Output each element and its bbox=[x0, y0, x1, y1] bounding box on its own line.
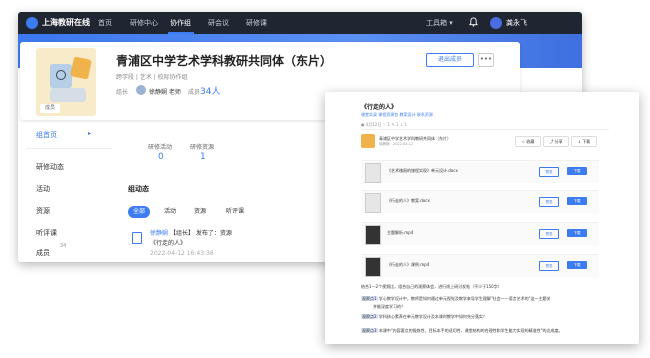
more-options-button[interactable]: ••• bbox=[478, 53, 494, 67]
task-intro: 结合1—2个视频比，组合自己的观察体会，进行线上研讨发帖（不少于150字） bbox=[361, 284, 502, 289]
file-name[interactable]: 《行走的人》课例.mp4 bbox=[387, 262, 429, 268]
member-label: 成员 bbox=[188, 89, 201, 96]
stat-activity-value[interactable]: 0 bbox=[158, 152, 164, 162]
leader-avatar bbox=[136, 85, 146, 95]
site-brand[interactable]: 上海教研在线 bbox=[42, 17, 90, 28]
resource-stats: ● 4月12日 ♡ 1 ✎ 1 ↓ 1 bbox=[361, 122, 407, 127]
download-button[interactable]: 下载 bbox=[567, 167, 587, 175]
observation-tag: 观察点2 bbox=[361, 314, 378, 319]
sidebar-item-lesson-review[interactable]: 听评课 bbox=[36, 228, 57, 238]
stat-resource-label: 研修资源 bbox=[190, 144, 215, 151]
nav-meeting[interactable]: 研会议 bbox=[208, 18, 229, 28]
resource-tags[interactable]: 课堂实录 课程资源包 教案设计 联系资源 bbox=[361, 112, 433, 118]
tab-all[interactable]: 全部 bbox=[128, 206, 150, 218]
observation-point: 观察点3 本课中"内容要点的锻炼性，目标本手的适切性，课堂结构的合理性和学生能力… bbox=[361, 328, 563, 334]
preview-button[interactable]: 预览 bbox=[539, 167, 559, 177]
feed-timestamp: 2022-04-12 16:43:36 bbox=[150, 250, 214, 257]
nav-training-center[interactable]: 研修中心 bbox=[130, 18, 158, 28]
exit-member-button[interactable]: 退出成员 bbox=[426, 53, 474, 67]
leader-name[interactable]: 徐静娴 老师 bbox=[149, 87, 181, 96]
tab-resources[interactable]: 资源 bbox=[194, 206, 206, 218]
file-row: 《行走的人》教案.docx 预览 下载 bbox=[361, 190, 599, 213]
divider bbox=[26, 148, 112, 149]
observation-text: 并能深度学习的？ bbox=[373, 304, 405, 309]
group-title: 青浦区中学艺术学科教研共同体（东片） bbox=[116, 54, 333, 68]
feed-action: 【组长】 发布了：资源 bbox=[169, 230, 232, 237]
sidebar-item-dynamics[interactable]: 研修动态 bbox=[36, 162, 64, 172]
feed-section-title: 组动态 bbox=[128, 185, 149, 193]
member-count-badge: 34 bbox=[60, 243, 67, 249]
observation-point: 并能深度学习的？ bbox=[373, 304, 405, 310]
share-button[interactable]: ⤴ 分享 bbox=[543, 136, 569, 147]
file-name[interactable]: 《行走的人》教案.docx bbox=[387, 198, 430, 204]
stat-activity-label: 研修活动 bbox=[148, 144, 173, 151]
download-button[interactable]: 下载 bbox=[567, 229, 587, 237]
leader-label: 组长 bbox=[116, 89, 129, 96]
file-row: 《艺术瑰丽的旅程实现》单元设计.docx 预览 下载 bbox=[361, 160, 599, 183]
file-name[interactable]: 主题解析.mp4 bbox=[387, 230, 413, 236]
cover-role-tag: 成员 bbox=[40, 104, 60, 113]
feed-resource-title[interactable]: 《行走的人》 bbox=[150, 238, 186, 247]
favorite-button[interactable]: ☆ 收藏 bbox=[515, 136, 541, 147]
observation-text: 学心教学设计中，教师是如何通过单元视觉及教学来导学生理解"社会——语言艺术的"这… bbox=[378, 296, 551, 301]
sidebar-item-home[interactable]: 组首页 bbox=[36, 130, 57, 140]
user-name[interactable]: 龚永飞 bbox=[506, 18, 527, 28]
document-icon bbox=[132, 232, 142, 244]
observation-tag: 观察点3 bbox=[361, 328, 378, 333]
nav-home[interactable]: 首页 bbox=[98, 18, 112, 28]
stat-resource-value[interactable]: 1 bbox=[200, 152, 206, 162]
file-row: 主题解析.mp4 预览 下载 bbox=[361, 222, 599, 245]
site-logo-icon bbox=[26, 17, 38, 29]
resource-group-meta: 徐静娴 · 2022-04-12 bbox=[379, 142, 414, 146]
tab-activity[interactable]: 活动 bbox=[164, 206, 176, 218]
observation-point: 观察点1 学心教学设计中，教师是如何通过单元视觉及教学来导学生理解"社会——语言… bbox=[361, 296, 551, 302]
sidebar-item-resources[interactable]: 资源 bbox=[36, 206, 50, 216]
observation-text: 本课中"内容要点的锻炼性，目标本手的适切性，课堂结构的合理性和学生能力实现的精准… bbox=[378, 328, 563, 333]
person-icon bbox=[56, 70, 66, 80]
resource-detail-panel: 《行走的人》 课堂实录 课程资源包 教案设计 联系资源 ● 4月12日 ♡ 1 … bbox=[325, 92, 639, 344]
file-row: 《行走的人》课例.mp4 预览 下载 bbox=[361, 254, 599, 277]
puzzle-piece-icon bbox=[50, 88, 86, 102]
download-all-button[interactable]: ↓ 下载 bbox=[571, 136, 597, 147]
bell-icon[interactable] bbox=[469, 17, 478, 27]
doc-file-icon bbox=[365, 193, 381, 213]
group-logo-icon bbox=[361, 134, 375, 148]
video-file-icon bbox=[365, 257, 381, 277]
feed-item-header: 徐静娴 【组长】 发布了：资源 bbox=[150, 228, 232, 237]
feed-author[interactable]: 徐静娴 bbox=[150, 230, 168, 237]
group-subtitle: 跨学段 | 艺术 | 校际协作组 bbox=[116, 74, 188, 81]
nav-course[interactable]: 研修课 bbox=[246, 18, 267, 28]
member-count[interactable]: 34人 bbox=[200, 84, 220, 97]
sidebar-item-members[interactable]: 成员 bbox=[36, 248, 50, 258]
observation-text: 学科核心素养在单元教学设计及本课时教学中如何充分落实？ bbox=[378, 314, 487, 319]
doc-file-icon bbox=[365, 163, 381, 183]
file-name[interactable]: 《艺术瑰丽的旅程实现》单元设计.docx bbox=[387, 168, 458, 174]
chevron-right-icon: ▸ bbox=[88, 130, 92, 137]
toolbox-dropdown[interactable]: 工具箱 ▾ bbox=[426, 18, 453, 28]
observation-point: 观察点2 学科核心素养在单元教学设计及本课时教学中如何充分落实？ bbox=[361, 314, 487, 320]
download-button[interactable]: 下载 bbox=[567, 261, 587, 269]
preview-button[interactable]: 预览 bbox=[539, 229, 559, 239]
resource-title: 《行走的人》 bbox=[361, 104, 398, 111]
tab-lesson-review[interactable]: 听评课 bbox=[226, 206, 244, 218]
observation-tag: 观察点1 bbox=[361, 296, 378, 301]
user-avatar[interactable] bbox=[490, 17, 502, 29]
preview-button[interactable]: 预览 bbox=[539, 261, 559, 271]
preview-button[interactable]: 预览 bbox=[539, 197, 559, 207]
video-file-icon bbox=[365, 225, 381, 245]
top-navigation-bar: 上海教研在线 首页 研修中心 协作组 研会议 研修课 工具箱 ▾ 龚永飞 bbox=[18, 12, 582, 34]
nav-collab-group[interactable]: 协作组 bbox=[170, 18, 191, 28]
download-button[interactable]: 下载 bbox=[567, 197, 587, 205]
sidebar-item-activity[interactable]: 活动 bbox=[36, 184, 50, 194]
divider bbox=[361, 129, 609, 130]
